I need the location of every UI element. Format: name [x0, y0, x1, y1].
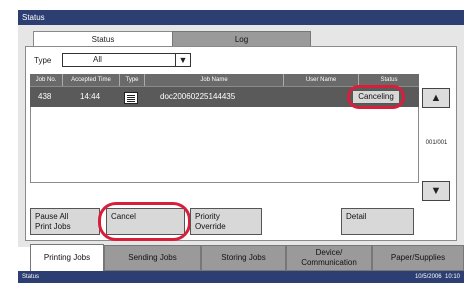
job-status-canceling[interactable]: Canceling [352, 90, 400, 104]
pause-all-print-jobs-button[interactable]: Pause All Print Jobs [30, 208, 100, 235]
dropdown-arrow-icon[interactable]: ▼ [175, 54, 190, 66]
tab-status[interactable]: Status [33, 31, 173, 47]
col-job-no: Job No. [35, 77, 57, 83]
status-bar: Status 10/5/2006 10:10 [18, 271, 464, 283]
type-filter-select[interactable]: All ▼ [62, 53, 191, 67]
document-icon [124, 92, 138, 104]
col-job-name: Job Name [144, 74, 283, 86]
cancel-button[interactable]: Cancel [106, 208, 185, 235]
status-date: 10/5/2006 [414, 274, 442, 280]
job-no-cell: 438 [38, 92, 52, 101]
priority-override-button[interactable]: Priority Override [190, 208, 262, 235]
tab-sending-jobs[interactable]: Sending Jobs [104, 245, 201, 271]
scroll-up-button[interactable]: ▲ [422, 88, 450, 108]
col-user-name: User Name [283, 74, 358, 86]
scroll-down-button[interactable]: ▼ [422, 181, 450, 201]
col-accepted-time: Accepted Time [62, 74, 119, 86]
detail-button[interactable]: Detail [341, 208, 414, 235]
accepted-time-cell: 14:44 [80, 92, 101, 101]
type-filter-label: Type [34, 56, 52, 65]
page-indicator: 001/001 [425, 140, 448, 146]
tab-device-communication[interactable]: Device/ Communication [286, 245, 372, 271]
type-filter-value: All [93, 55, 102, 64]
col-type: Type [119, 74, 144, 86]
status-bar-label: Status [22, 274, 40, 280]
window-title: Status [18, 10, 464, 25]
tab-storing-jobs[interactable]: Storing Jobs [201, 245, 286, 271]
tab-log[interactable]: Log [172, 31, 311, 47]
col-status: Status [358, 74, 419, 86]
job-name-cell: doc20060225144435 [160, 92, 236, 101]
status-bar-datetime: 10/5/2006 10:10 [415, 271, 460, 283]
status-time: 10:10 [444, 274, 460, 280]
tab-printing-jobs[interactable]: Printing Jobs [30, 244, 104, 271]
tab-paper-supplies[interactable]: Paper/Supplies [372, 245, 464, 271]
job-table-header: Job No. Accepted Time Type Job Name User… [30, 74, 419, 86]
